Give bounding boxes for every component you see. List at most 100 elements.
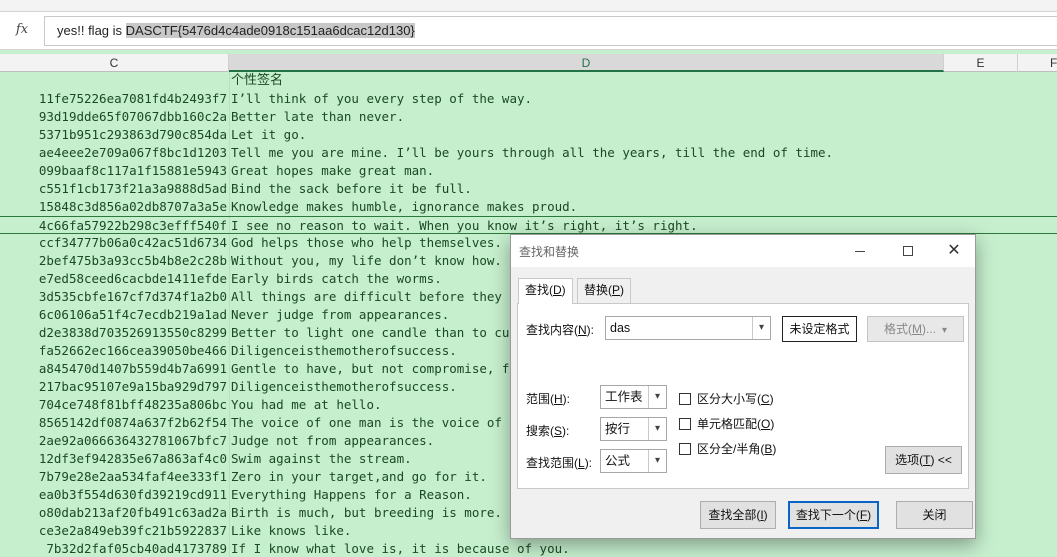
find-what-label-end: ):	[586, 323, 595, 337]
dialog-titlebar[interactable]: 查找和替换 ✕	[511, 235, 975, 267]
cell-c[interactable]: fa52662ec166cea39050be466	[0, 342, 229, 360]
cell-c[interactable]: 4c66fa57922b298c3efff540f	[0, 217, 229, 235]
cell-c[interactable]: 5371b951c293863d790c854da	[0, 126, 229, 144]
maximize-icon[interactable]	[885, 235, 931, 267]
cell-d[interactable]: 个性签名	[231, 72, 1051, 90]
cell-c[interactable]: 6c06106a51f4c7ecdb219a1ad	[0, 306, 229, 324]
checkbox-box	[679, 418, 691, 430]
match-case-label: 区分大小写(	[697, 392, 761, 406]
format-button-hotkey: M	[911, 322, 922, 336]
cell-c[interactable]: ce3e2a849eb39fc21b5922837	[0, 522, 229, 540]
table-row: 7b32d2faf05cb40ad4173789 If I know what l…	[0, 540, 1057, 557]
tab-replace[interactable]: 替换(P)	[577, 278, 632, 303]
search-select[interactable]: 按行 ▾	[600, 417, 667, 441]
column-header-e[interactable]: E	[944, 54, 1018, 72]
tab-replace-hotkey: P	[612, 283, 621, 297]
cell-c[interactable]: ea0b3f554d630fd39219cd911	[0, 486, 229, 504]
cell-c[interactable]: o80dab213af20fb491c63ad2a	[0, 504, 229, 522]
formula-selected-text: DASCTF{5476d4c4ade0918c151aa6dcac12d130}	[125, 23, 415, 38]
chevron-down-icon[interactable]: ▾	[648, 418, 666, 440]
match-case-label-end: )	[769, 392, 774, 406]
chevron-down-icon[interactable]: ▾	[648, 450, 666, 472]
options-button[interactable]: 选项(T) <<	[885, 446, 962, 474]
minimize-icon[interactable]	[837, 235, 883, 267]
fx-icon[interactable]: fx	[0, 12, 44, 50]
cell-c[interactable]: 7b32d2faf05cb40ad4173789	[0, 540, 229, 557]
cell-c[interactable]: c551f1cb173f21a3a9888d5ad	[0, 180, 229, 198]
cell-c[interactable]: 8565142df0874a637f2b62f54	[0, 414, 229, 432]
cell-d[interactable]: Let it go.	[231, 126, 1051, 144]
find-all-label: 查找全部(	[708, 508, 761, 522]
tab-find[interactable]: 查找(D)	[518, 278, 573, 304]
column-header-d[interactable]: D	[229, 54, 944, 72]
tab-find-label: 查找(	[525, 283, 553, 297]
cell-c[interactable]: 11fe75226ea7081fd4b2493f7	[0, 90, 229, 108]
match-width-label: 区分全/半角(	[697, 442, 765, 456]
cell-c[interactable]: e7ed58ceed6cacbde1411efde	[0, 270, 229, 288]
find-next-button[interactable]: 查找下一个(F)	[788, 501, 879, 529]
tab-replace-label-end: )	[620, 283, 625, 297]
look-in-select[interactable]: 公式 ▾	[600, 449, 667, 473]
cell-d[interactable]: Great hopes make great man.	[231, 162, 1051, 180]
column-header-f[interactable]: F	[1018, 54, 1057, 72]
table-row: 个性签名	[0, 72, 1057, 90]
find-what-input[interactable]: das ▾	[605, 316, 771, 340]
within-label-text: 范围(	[526, 392, 554, 406]
cell-d[interactable]: Knowledge makes humble, ignorance makes …	[231, 198, 1051, 216]
find-all-button[interactable]: 查找全部(I)	[700, 501, 776, 529]
within-hotkey: H	[554, 392, 563, 406]
within-label: 范围(H):	[526, 390, 570, 407]
format-button-label: 格式(	[883, 322, 912, 336]
close-button[interactable]: 关闭	[896, 501, 973, 529]
table-row: 099baaf8c117a1f15881e5943 Great hopes mak…	[0, 162, 1057, 180]
cell-c[interactable]: 2bef475b3a93cc5b4b8e2c28b	[0, 252, 229, 270]
checkbox-box	[679, 393, 691, 405]
formula-input[interactable]: yes!! flag is DASCTF{5476d4c4ade0918c151…	[44, 16, 1057, 46]
search-hotkey: S	[554, 424, 563, 438]
cell-d[interactable]: Tell me you are mine. I’ll be yours thro…	[231, 144, 1051, 162]
search-label-end: ):	[562, 424, 570, 438]
cell-c[interactable]: ae4eee2e709a067f8bc1d1203	[0, 144, 229, 162]
cell-c[interactable]: 12df3ef942835e67a863af4c0	[0, 450, 229, 468]
find-all-label-end: )	[763, 508, 768, 522]
chevron-down-icon[interactable]: ▾	[752, 317, 770, 339]
cell-d[interactable]: Better late than never.	[231, 108, 1051, 126]
match-case-checkbox[interactable]: 区分大小写(C)	[679, 390, 774, 407]
match-width-checkbox[interactable]: 区分全/半角(B)	[679, 440, 776, 457]
match-case-hotkey: C	[761, 392, 770, 406]
format-button[interactable]: 格式(M)... ▾	[867, 316, 964, 342]
table-row: 5371b951c293863d790c854da Let it go.	[0, 126, 1057, 144]
cell-d-active[interactable]: I see no reason to wait. When you know i…	[231, 217, 1051, 235]
cell-c[interactable]: 7b79e28e2aa534faf4ee333f1	[0, 468, 229, 486]
table-row-active: 4c66fa57922b298c3efff540f I see no reason…	[0, 216, 1057, 234]
no-format-preview: 未设定格式	[782, 316, 857, 342]
within-value: 工作表	[605, 390, 643, 404]
cell-c[interactable]: 15848c3d856a02db8707a3a5e	[0, 198, 229, 216]
tab-replace-label: 替换(	[584, 283, 612, 297]
column-header-c[interactable]: C	[0, 54, 229, 72]
cell-d[interactable]: If I know what love is, it is because of…	[231, 540, 1051, 557]
cell-c[interactable]: d2e3838d703526913550c8299	[0, 324, 229, 342]
find-next-label-end: )	[867, 508, 872, 522]
options-button-label-end: ) <<	[930, 453, 952, 467]
cell-c[interactable]: 704ce748f81bff48235a806bc	[0, 396, 229, 414]
cell-c[interactable]: 217bac95107e9a15ba929d797	[0, 378, 229, 396]
cell-c[interactable]: 93d19dde65f07067dbb160c2a	[0, 108, 229, 126]
cell-c[interactable]: ccf34777b06a0c42ac51d6734	[0, 234, 229, 252]
search-value: 按行	[605, 422, 631, 436]
checkbox-box	[679, 443, 691, 455]
look-in-label-text: 查找范围(	[526, 456, 578, 470]
within-select[interactable]: 工作表 ▾	[600, 385, 667, 409]
chevron-down-icon[interactable]: ▾	[648, 386, 666, 408]
close-icon[interactable]: ✕	[931, 235, 977, 267]
match-entire-label-end: )	[770, 417, 775, 431]
cell-c[interactable]: 099baaf8c117a1f15881e5943	[0, 162, 229, 180]
cell-c[interactable]: a845470d1407b559d4b7a6991	[0, 360, 229, 378]
cell-d[interactable]: I’ll think of you every step of the way.	[231, 90, 1051, 108]
column-headers: C D E F	[0, 54, 1057, 72]
cell-d[interactable]: Bind the sack before it be full.	[231, 180, 1051, 198]
find-what-value: das	[610, 321, 631, 335]
cell-c[interactable]: 3d535cbfe167cf7d374f1a2b0	[0, 288, 229, 306]
match-entire-checkbox[interactable]: 单元格匹配(O)	[679, 415, 774, 432]
cell-c[interactable]: 2ae92a066636432781067bfc7	[0, 432, 229, 450]
